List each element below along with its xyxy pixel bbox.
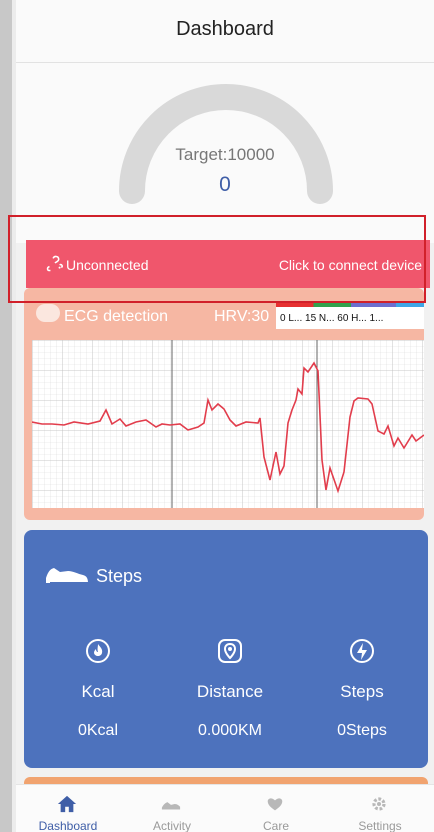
legend-color-bar	[276, 303, 424, 307]
legend-text: 0 L... 15 N... 60 H... 1...	[280, 313, 384, 324]
nav-activity[interactable]: Activity	[120, 785, 224, 832]
home-icon	[57, 795, 77, 813]
lightning-icon	[350, 639, 374, 663]
nav-settings-label: Settings	[358, 819, 402, 832]
distance-stat: Distance 0.000KM	[170, 638, 290, 740]
nav-care-label: Care	[262, 819, 289, 832]
nav-settings[interactable]: Settings	[328, 785, 432, 832]
steps-value: 0Steps	[337, 722, 387, 739]
step-gauge: Target:10000 0	[16, 63, 434, 243]
flame-icon	[86, 639, 110, 663]
connect-device-bar[interactable]: Unconnected Click to connect device	[26, 240, 430, 288]
hrv-legend: 0 L... 15 N... 60 H... 1...	[276, 303, 424, 329]
ecg-icon	[36, 304, 60, 322]
nav-dashboard[interactable]: Dashboard	[16, 785, 120, 832]
hrv-value: HRV:30	[214, 308, 270, 325]
connection-status: Unconnected	[66, 257, 149, 273]
ecg-title: ECG detection	[64, 308, 169, 325]
app-screen: Dashboard Target:10000 0 Unconnected Cli…	[16, 0, 434, 832]
kcal-value: 0Kcal	[77, 722, 119, 739]
ecg-card[interactable]: ECG detection HRV:30 0 L... 15 N... 60 H…	[24, 288, 424, 520]
steps-title: Steps	[96, 566, 143, 586]
distance-label: Distance	[196, 682, 264, 701]
shoe-icon	[161, 802, 181, 810]
distance-value: 0.000KM	[197, 722, 263, 739]
kcal-stat: Kcal 0Kcal	[38, 638, 158, 740]
current-steps-value: 0	[219, 173, 231, 196]
left-frame	[0, 0, 12, 832]
ecg-header: ECG detection HRV:30 0 L... 15 N... 60 H…	[24, 288, 424, 340]
unlink-icon	[46, 255, 63, 272]
steps-card[interactable]: Steps Kcal 0Kcal Distance 0.000KM Steps …	[24, 530, 428, 768]
connect-device-button[interactable]: Click to connect device	[279, 257, 422, 273]
shoe-icon	[46, 568, 90, 584]
target-label: Target:10000	[175, 145, 275, 164]
nav-dashboard-label: Dashboard	[38, 819, 98, 832]
ecg-waveform	[32, 340, 424, 508]
kcal-label: Kcal	[81, 682, 115, 701]
steps-label: Steps	[340, 682, 384, 701]
nav-care[interactable]: Care	[224, 785, 328, 832]
steps-stat: Steps 0Steps	[302, 638, 422, 740]
gear-icon	[372, 797, 386, 811]
nav-activity-label: Activity	[152, 819, 191, 832]
top-bar: Dashboard	[16, 0, 434, 63]
location-pin-icon	[218, 639, 242, 663]
bottom-navigation: Dashboard Activity Care Settings	[16, 784, 434, 832]
page-title: Dashboard	[176, 18, 274, 40]
heart-icon	[267, 798, 283, 811]
